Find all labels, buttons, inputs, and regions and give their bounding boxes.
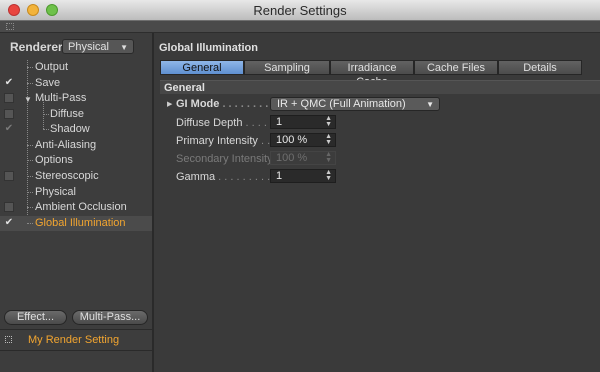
primary-intensity-field[interactable]: 100 % ▲ ▼ [270,133,336,147]
tree-item-label: Global Illumination [35,217,126,229]
renderer-select[interactable]: Physical ▼ [62,39,134,54]
leader-dots: . . . . . . . . . [219,98,275,110]
diffuse-depth-label: Diffuse Depth . . . . . [176,117,273,129]
tree-item-diffuse[interactable]: Diffuse [0,107,152,122]
secondary-intensity-label: Secondary Intensity [176,153,273,165]
tree-item-save[interactable]: ✔ Save [0,76,152,91]
tree-item-stereoscopic[interactable]: Stereoscopic [0,169,152,184]
multi-pass-button[interactable]: Multi-Pass... [72,310,148,325]
tree-item-shadow[interactable]: ✔ Shadow [0,122,152,137]
stepper-arrows-icon[interactable]: ▲ ▼ [325,133,332,146]
checkmark-icon[interactable]: ✔ [4,218,14,228]
tree-branch [27,83,33,84]
panel-title: Global Illumination [159,42,258,54]
tab-general[interactable]: General [160,60,244,75]
divider [0,350,152,351]
tree-item-options[interactable]: Options [0,153,152,168]
tree-item-label: Output [35,61,69,73]
primary-intensity-label: Primary Intensity . . [176,135,270,147]
stepper-arrows-icon: ▲ ▼ [325,151,332,164]
tree-branch [27,207,33,208]
tree-item-multi-pass[interactable]: ▼ Multi-Pass [0,91,152,106]
secondary-intensity-value: 100 % [276,152,308,164]
checkmark-icon[interactable]: ✔ [4,124,14,134]
tree-item-anti-aliasing[interactable]: Anti-Aliasing [0,138,152,153]
leader-dots: . . [257,135,271,147]
tree-branch [27,223,33,224]
window-titlebar: Render Settings [0,0,600,21]
tree-item-physical[interactable]: Physical [0,185,152,200]
expand-triangle-icon[interactable]: ▼ [24,92,32,107]
gi-mode-value: IR + QMC (Full Animation) [277,98,406,110]
checkbox[interactable] [4,171,14,181]
tree-item-label: Shadow [50,123,90,135]
primary-intensity-label-text: Primary Intensity [176,135,258,147]
checkbox[interactable] [4,93,14,103]
tree-item-output[interactable]: Output [0,60,152,75]
tree-item-label: Save [35,77,61,89]
window-title: Render Settings [253,3,347,18]
grip-handle-icon[interactable] [6,23,14,30]
tree-branch [27,160,33,161]
gi-mode-dropdown[interactable]: IR + QMC (Full Animation) ▼ [270,97,440,111]
gamma-value: 1 [276,170,283,182]
tree-item-label: Diffuse [50,108,85,120]
secondary-intensity-field: 100 % ▲ ▼ [270,151,336,165]
tab-sampling[interactable]: Sampling [244,60,330,75]
tree-item-label: Options [35,154,73,166]
gamma-label-text: Gamma [176,171,216,183]
tree-item-ambient-occlusion[interactable]: Ambient Occlusion [0,200,152,215]
tree-item-label: Anti-Aliasing [35,139,97,151]
gi-mode-label-text: GI Mode [176,98,220,110]
tree-branch [27,67,33,68]
tree-item-label: Ambient Occlusion [35,201,127,213]
gi-mode-label: GI Mode . . . . . . . . . [176,98,274,110]
render-setting-item[interactable]: My Render Setting [0,332,152,349]
stepper-arrows-icon[interactable]: ▲ ▼ [325,169,332,182]
gamma-label: Gamma . . . . . . . . . . . [176,171,282,183]
chevron-down-icon: ▼ [120,43,128,52]
tree-item-label: Multi-Pass [35,92,87,104]
renderer-select-value: Physical [68,41,109,53]
tree-branch [27,192,33,193]
diffuse-depth-label-text: Diffuse Depth [176,117,243,129]
diffuse-depth-field[interactable]: 1 ▲ ▼ [270,115,336,129]
renderer-label: Renderer [10,40,63,54]
tab-bar: General Sampling Irradiance Cache Cache … [160,60,582,88]
render-setting-name: My Render Setting [28,334,120,346]
diffuse-depth-value: 1 [276,116,283,128]
checkmark-icon[interactable]: ✔ [4,78,14,88]
tab-details[interactable]: Details [498,60,582,75]
tab-cache-files[interactable]: Cache Files [414,60,498,75]
gamma-field[interactable]: 1 ▲ ▼ [270,169,336,183]
settings-panel: Global Illumination General Sampling Irr… [154,33,600,372]
primary-intensity-value: 100 % [276,134,308,146]
left-sidebar: Renderer Physical ▼ Output ✔ Save ▼ Mult… [0,33,154,372]
tree-item-label: Physical [35,186,76,198]
tree-branch [43,129,49,130]
chevron-down-icon: ▼ [426,100,434,109]
tree-branch [43,114,49,115]
divider [0,329,152,330]
tree-item-global-illumination[interactable]: ✔ Global Illumination [0,216,152,231]
group-header: General [160,80,600,94]
tree-branch [27,145,33,146]
toolbar-grip [0,21,600,33]
expand-triangle-icon[interactable]: ▶ [167,100,172,108]
checkbox[interactable] [4,202,14,212]
leader-dots: . . . . . [242,117,274,129]
effect-button[interactable]: Effect... [4,310,67,325]
tab-irradiance-cache[interactable]: Irradiance Cache [330,60,414,88]
tree-branch [27,176,33,177]
tree-item-label: Stereoscopic [35,170,99,182]
render-setting-icon [5,336,12,343]
stepper-arrows-icon[interactable]: ▲ ▼ [325,115,332,128]
checkbox[interactable] [4,109,14,119]
